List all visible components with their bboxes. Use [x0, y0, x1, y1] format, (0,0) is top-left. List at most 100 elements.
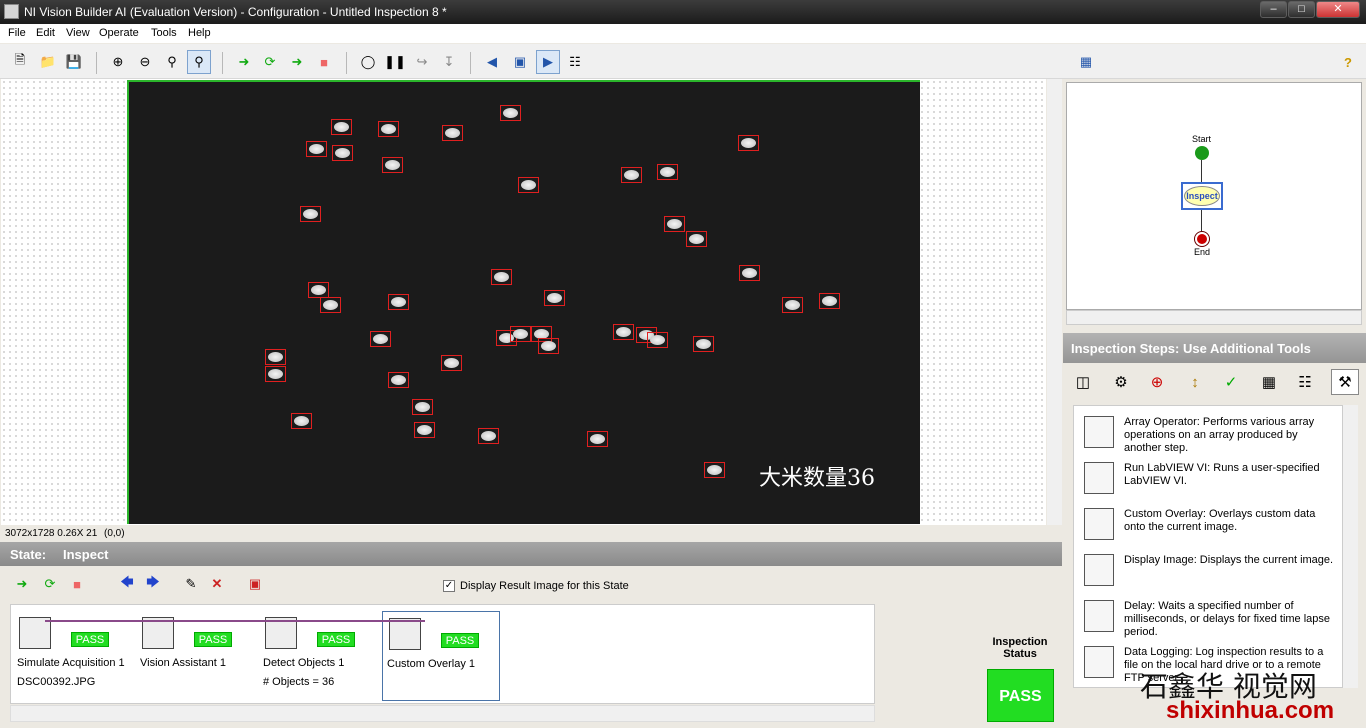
- array-operator-icon: [1084, 416, 1114, 448]
- help-icon[interactable]: ?: [1336, 50, 1360, 74]
- pause-icon[interactable]: ❚❚: [383, 50, 407, 74]
- display-image-icon: [1084, 554, 1114, 586]
- open-folder-icon[interactable]: 📁: [36, 50, 60, 74]
- identify-tab-icon[interactable]: ▦: [1255, 369, 1283, 395]
- step-detect-objects[interactable]: PASS Detect Objects 1 # Objects = 36: [259, 611, 377, 701]
- arrow-right-icon[interactable]: 🡆: [141, 572, 165, 596]
- display-result-label: Display Result Image for this State: [460, 580, 629, 592]
- edit-step-icon[interactable]: ✎: [179, 572, 203, 596]
- detection-box: [378, 121, 399, 137]
- image-icon[interactable]: ▣: [508, 50, 532, 74]
- detection-box: [738, 135, 759, 151]
- step-simulate-acquisition[interactable]: PASS Simulate Acquisition 1 DSC00392.JPG: [13, 611, 131, 701]
- window-title: NI Vision Builder AI (Evaluation Version…: [24, 5, 447, 19]
- detection-box: [414, 422, 435, 438]
- app-icon: [4, 4, 19, 19]
- tool-array-operator[interactable]: Array Operator: Performs various array o…: [1082, 412, 1337, 456]
- enhance-tab-icon[interactable]: ⚙: [1107, 369, 1135, 395]
- network-icon[interactable]: ☷: [563, 50, 587, 74]
- inspect-state-node[interactable]: Inspect: [1181, 182, 1223, 210]
- detection-box: [518, 177, 539, 193]
- step-vision-assistant[interactable]: PASS Vision Assistant 1: [136, 611, 254, 701]
- detection-box: [613, 324, 634, 340]
- camera-tab-icon[interactable]: ◫: [1069, 369, 1097, 395]
- save-icon[interactable]: 💾: [62, 50, 86, 74]
- flow-connector: [1201, 210, 1202, 232]
- custom-overlay-icon: [389, 618, 421, 650]
- detection-box: [382, 157, 403, 173]
- steps-horizontal-scrollbar[interactable]: [10, 705, 875, 722]
- inspection-steps-area: PASS Simulate Acquisition 1 DSC00392.JPG…: [10, 604, 875, 704]
- state-name: Inspect: [63, 547, 109, 562]
- step-custom-overlay[interactable]: PASS Custom Overlay 1: [382, 611, 500, 701]
- detection-box: [693, 336, 714, 352]
- image-overlay-caption: 大米数量36: [759, 466, 875, 491]
- state-label: State:: [10, 547, 47, 562]
- menu-edit[interactable]: Edit: [36, 27, 55, 39]
- detection-box: [442, 125, 463, 141]
- image-vertical-scrollbar[interactable]: [1047, 79, 1062, 525]
- stop-icon[interactable]: ■: [312, 50, 336, 74]
- detection-box: [538, 338, 559, 354]
- tool-delay[interactable]: Delay: Waits a specified number of milli…: [1082, 596, 1337, 640]
- inspection-status-indicator: PASS: [987, 669, 1054, 722]
- menu-tools[interactable]: Tools: [151, 27, 177, 39]
- step-pass-badge: PASS: [71, 632, 109, 647]
- image-status-line: 3072x1728 0.26X 21 (0,0): [0, 525, 1062, 541]
- lightbulb-icon[interactable]: ◯: [356, 50, 380, 74]
- locate-tab-icon[interactable]: ⊕: [1143, 369, 1171, 395]
- start-node[interactable]: [1195, 146, 1209, 160]
- labview-vi-icon: [1084, 462, 1114, 494]
- detection-box: [621, 167, 642, 183]
- measure-tab-icon[interactable]: ↕: [1181, 369, 1209, 395]
- inspection-image[interactable]: 大米数量36: [127, 80, 920, 524]
- custom-overlay-icon: [1084, 508, 1114, 540]
- minimize-button[interactable]: –: [1260, 1, 1287, 18]
- tool-run-labview-vi[interactable]: Run LabVIEW VI: Runs a user-specified La…: [1082, 458, 1337, 502]
- menu-operate[interactable]: Operate: [99, 27, 139, 39]
- run-once-icon[interactable]: ➜: [232, 50, 256, 74]
- flow-horizontal-scrollbar[interactable]: [1066, 310, 1362, 325]
- zoom-fit-icon[interactable]: ⚲: [187, 50, 211, 74]
- tool-display-image[interactable]: Display Image: Displays the current imag…: [1082, 550, 1337, 594]
- zoom-1to1-icon[interactable]: ⚲: [160, 50, 184, 74]
- detection-box: [491, 269, 512, 285]
- maximize-button[interactable]: □: [1288, 1, 1315, 18]
- run-fail-icon[interactable]: ➜: [285, 50, 309, 74]
- tools-tab-icon[interactable]: ⚒: [1331, 369, 1359, 395]
- display-result-checkbox[interactable]: ✓: [443, 580, 455, 592]
- detection-box: [320, 297, 341, 313]
- tools-vertical-scrollbar[interactable]: [1343, 405, 1358, 688]
- image-next-icon[interactable]: ▶: [536, 50, 560, 74]
- detection-box: [510, 326, 531, 342]
- tool-custom-overlay[interactable]: Custom Overlay: Overlays custom data ont…: [1082, 504, 1337, 548]
- communicate-tab-icon[interactable]: ☷: [1291, 369, 1319, 395]
- tool-description: Display Image: Displays the current imag…: [1124, 554, 1334, 566]
- delete-step-icon[interactable]: ✕: [205, 572, 229, 596]
- new-icon[interactable]: 🗎: [8, 50, 32, 74]
- detection-box: [478, 428, 499, 444]
- stop-step-icon[interactable]: ■: [65, 572, 89, 596]
- zoom-in-icon[interactable]: ⊕: [106, 50, 130, 74]
- tool-category-tabs: ◫ ⚙ ⊕ ↕ ✓ ▦ ☷ ⚒: [1063, 363, 1366, 399]
- check-tab-icon[interactable]: ✓: [1217, 369, 1245, 395]
- flowchart-icon[interactable]: ▦: [1074, 50, 1098, 74]
- menu-view[interactable]: View: [66, 27, 90, 39]
- run-step-icon[interactable]: ➜: [10, 572, 34, 596]
- capture-icon[interactable]: ▣: [243, 572, 267, 596]
- menu-file[interactable]: File: [8, 27, 26, 39]
- run-loop-icon[interactable]: ⟳: [38, 572, 62, 596]
- data-logging-icon: [1084, 646, 1114, 678]
- end-node[interactable]: [1195, 232, 1209, 246]
- step-into-icon[interactable]: ↧: [437, 50, 461, 74]
- tool-description: Custom Overlay: Overlays custom data ont…: [1124, 508, 1316, 533]
- menu-help[interactable]: Help: [188, 27, 211, 39]
- detection-box: [686, 231, 707, 247]
- run-continuous-icon[interactable]: ⟳: [258, 50, 282, 74]
- close-button[interactable]: ✕: [1316, 1, 1360, 18]
- image-prev-icon[interactable]: ◀: [480, 50, 504, 74]
- arrow-left-icon[interactable]: 🡄: [115, 572, 139, 596]
- detection-box: [291, 413, 312, 429]
- zoom-out-icon[interactable]: ⊖: [133, 50, 157, 74]
- step-over-icon[interactable]: ↪: [410, 50, 434, 74]
